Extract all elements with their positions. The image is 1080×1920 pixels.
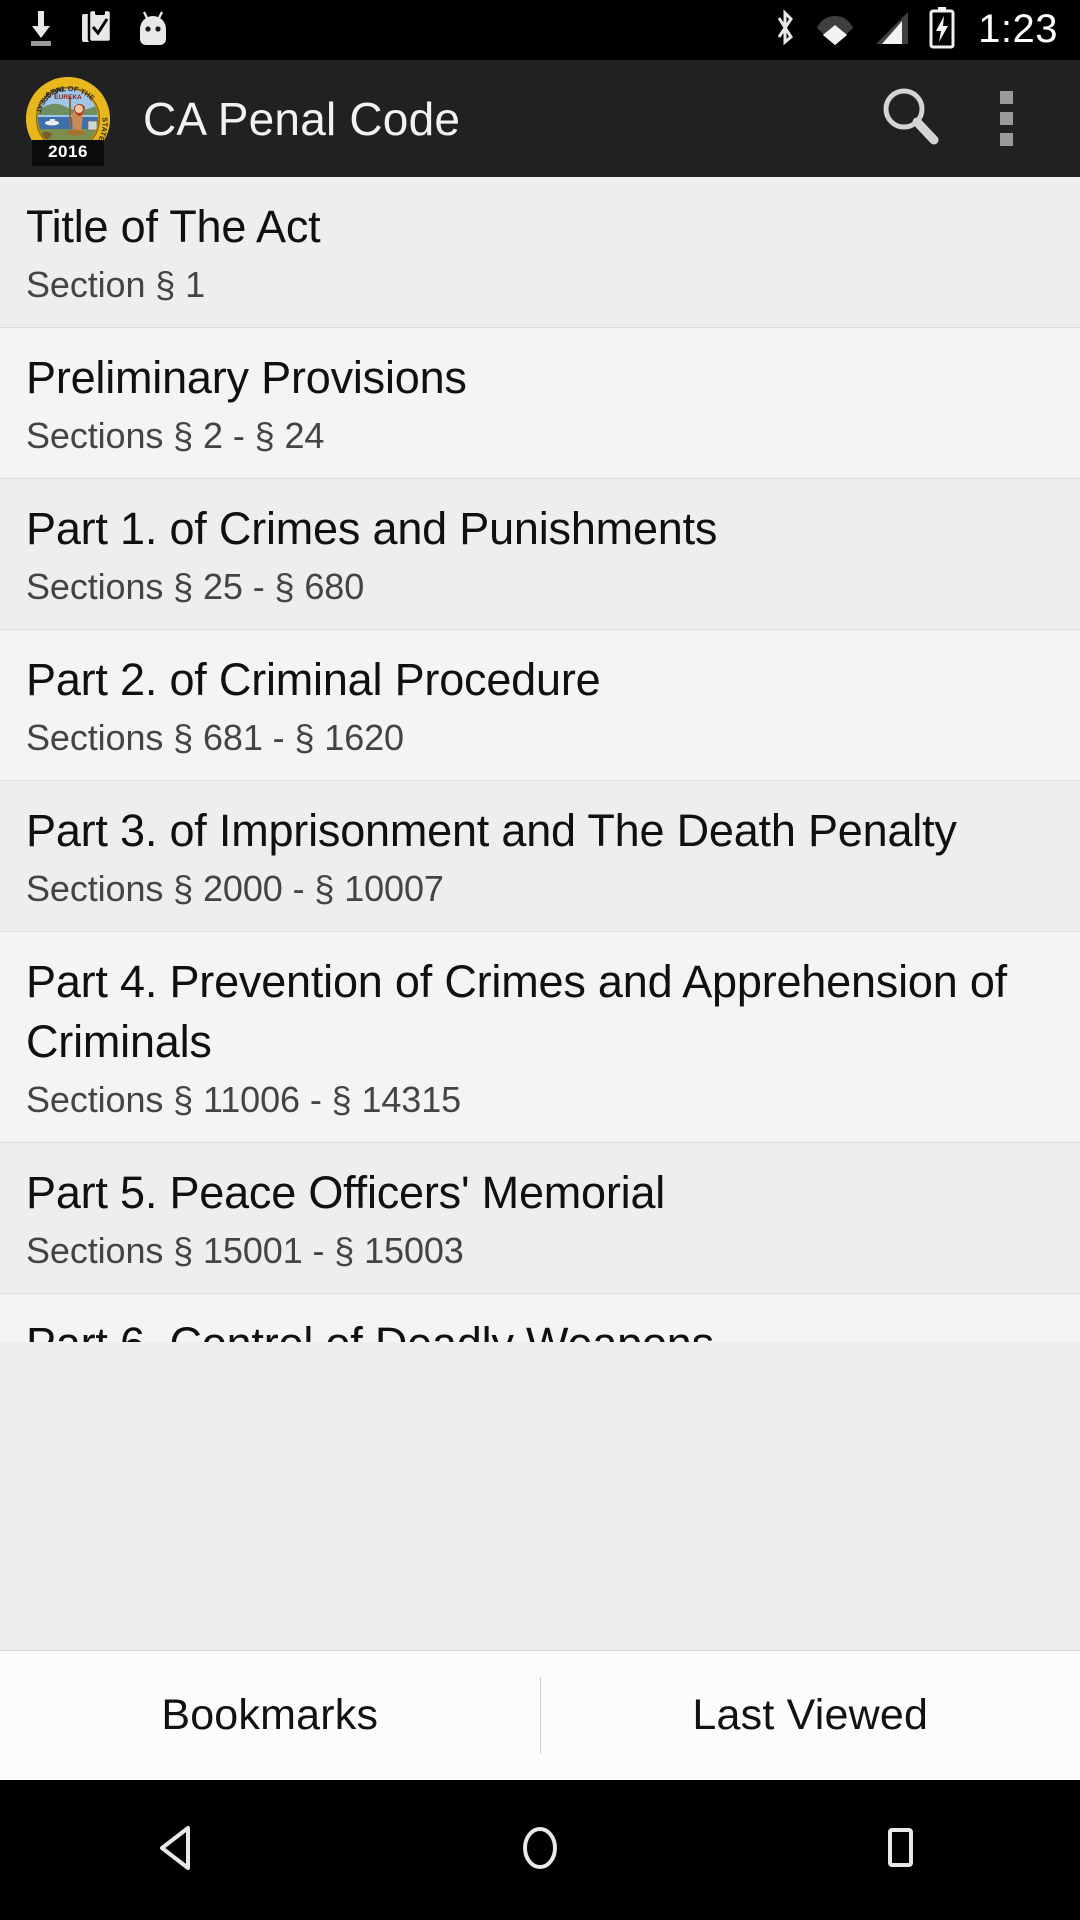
list-item[interactable]: Part 4. Prevention of Crimes and Apprehe… (0, 932, 1080, 1143)
list-item-title: Part 5. Peace Officers' Memorial (26, 1167, 666, 1218)
list-item-subtitle: Sections § 2000 - § 10007 (26, 868, 444, 909)
overflow-menu-button[interactable] (958, 71, 1054, 167)
list-item-subtitle: Sections § 2 - § 24 (26, 415, 325, 456)
list-item[interactable]: Part 6. Control of Deadly Weapons (0, 1294, 1080, 1342)
list-item-title: Preliminary Provisions (26, 352, 467, 403)
list-item-title: Title of The Act (26, 201, 321, 252)
status-bar-left-icons (24, 8, 170, 52)
back-triangle-icon (152, 1820, 208, 1881)
list-item[interactable]: Part 5. Peace Officers' Memorial Section… (0, 1143, 1080, 1294)
download-icon (24, 9, 58, 52)
california-state-seal-icon: EUREKA THE GREAT SEAL OF THE STATE OF (26, 76, 110, 166)
android-head-icon (136, 9, 170, 52)
list-item-title: Part 6. Control of Deadly Weapons (26, 1314, 1054, 1342)
home-circle-icon (512, 1820, 568, 1881)
app-title: CA Penal Code (143, 92, 461, 145)
list-item-subtitle: Sections § 15001 - § 15003 (26, 1230, 464, 1271)
seal-year-badge: 2016 (32, 139, 104, 166)
list-item-title: Part 4. Prevention of Crimes and Apprehe… (26, 956, 1007, 1067)
bookmarks-button[interactable]: Bookmarks (0, 1651, 540, 1780)
list-item-subtitle: Sections § 11006 - § 14315 (26, 1079, 462, 1120)
list-item[interactable]: Part 1. of Crimes and Punishments Sectio… (0, 479, 1080, 630)
action-bar: EUREKA THE GREAT SEAL OF THE STATE OF (0, 60, 1080, 177)
nav-recents-button[interactable] (825, 1780, 975, 1920)
list-item[interactable]: Part 2. of Criminal Procedure Sections §… (0, 630, 1080, 781)
cellular-signal-icon (872, 8, 912, 53)
list-item-title: Part 1. of Crimes and Punishments (26, 503, 718, 554)
phone-screen: 1:23 EUREKA THE GREAT SEAL OF THE STATE … (0, 0, 1080, 1920)
status-bar: 1:23 (0, 0, 1080, 60)
overflow-menu-icon (999, 91, 1013, 146)
chapter-list[interactable]: Title of The Act Section § 1 Preliminary… (0, 177, 1080, 1650)
list-item[interactable]: Part 3. of Imprisonment and The Death Pe… (0, 781, 1080, 932)
status-bar-right-icons: 1:23 (772, 6, 1058, 54)
status-bar-clock: 1:23 (978, 7, 1058, 51)
last-viewed-button[interactable]: Last Viewed (541, 1651, 1080, 1780)
nav-home-button[interactable] (465, 1780, 615, 1920)
recents-square-icon (872, 1820, 928, 1881)
list-item[interactable]: Preliminary Provisions Sections § 2 - § … (0, 328, 1080, 479)
list-item-title: Part 3. of Imprisonment and The Death Pe… (26, 805, 957, 856)
battery-charging-icon (928, 6, 956, 54)
search-icon (874, 80, 946, 157)
nav-back-button[interactable] (105, 1780, 255, 1920)
wifi-icon (814, 8, 856, 53)
clipboard-check-icon (80, 8, 114, 52)
bottom-button-bar: Bookmarks Last Viewed (0, 1650, 1080, 1780)
android-navigation-bar (0, 1780, 1080, 1920)
list-item-subtitle: Section § 1 (26, 264, 206, 305)
svg-text:EUREKA: EUREKA (54, 94, 82, 101)
list-item-title: Part 2. of Criminal Procedure (26, 654, 601, 705)
list-item-subtitle: Sections § 25 - § 680 (26, 566, 365, 607)
list-item[interactable]: Title of The Act Section § 1 (0, 177, 1080, 328)
list-item-subtitle: Sections § 681 - § 1620 (26, 717, 404, 758)
bluetooth-icon (772, 8, 798, 53)
search-button[interactable] (862, 71, 958, 167)
